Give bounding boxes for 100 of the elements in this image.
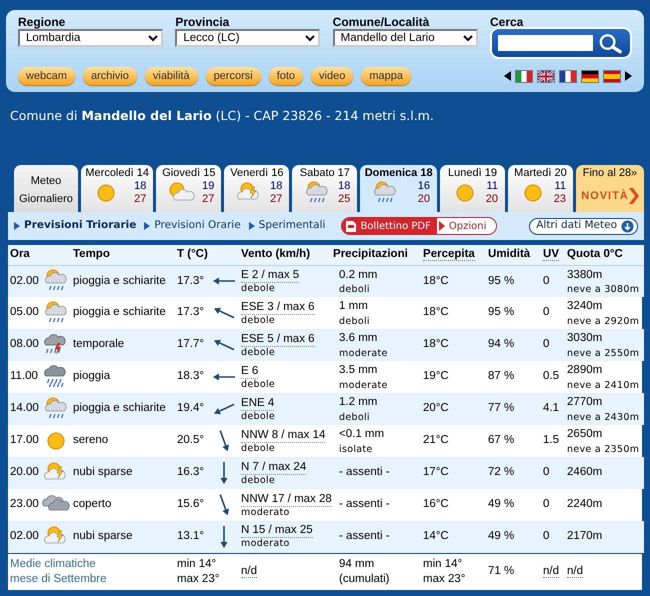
wind-strength: debole xyxy=(241,474,276,486)
perceived-temperature: 18°C xyxy=(423,306,449,318)
day-tab[interactable]: Domenica 18 16 20 xyxy=(360,165,437,212)
freezing-level: 3240m xyxy=(567,299,602,314)
perceived-range: min 14° max 23° xyxy=(423,556,466,587)
day-tab[interactable]: Lunedì 19 11 20 xyxy=(440,165,505,212)
wind-speed: N 7 / max 24 xyxy=(241,460,306,474)
weather-text: temporale xyxy=(73,338,124,350)
field-label: Regione xyxy=(18,15,66,29)
nav-button[interactable]: percorsi xyxy=(206,67,261,85)
precipitation-intensity: deboli xyxy=(339,316,370,328)
promo-tab[interactable]: Fino al 28» NOVITÀ xyxy=(576,165,644,212)
time-cell: 20.00 xyxy=(10,466,39,478)
precipitation-amount: - assenti - xyxy=(339,497,390,512)
snow-level: neve a 2410m xyxy=(567,380,640,392)
precipitation-amount: <0.1 mm xyxy=(339,427,384,442)
temperature-cell: 17.3° xyxy=(177,274,204,287)
right-arrow-icon[interactable] xyxy=(625,71,632,81)
column-header: UV xyxy=(543,248,560,262)
time-cell: 11.00 xyxy=(10,370,38,382)
temperature-cell: 18.3° xyxy=(177,370,204,382)
day-tab[interactable]: Martedì 20 11 23 xyxy=(508,165,573,212)
perceived-temperature: 19°C xyxy=(423,370,449,382)
column-header: Ora xyxy=(10,248,30,260)
dropdown[interactable]: Mandello del Lario xyxy=(332,29,478,47)
wind-arrow-icon xyxy=(214,404,234,414)
spanish-flag-icon[interactable] xyxy=(603,70,621,82)
precipitation-amount: - assenti - xyxy=(339,465,390,480)
uv-average: n/d xyxy=(543,565,560,578)
uv-cell: 0 xyxy=(543,338,550,350)
day-tab[interactable]: Sabato 17 18 25 xyxy=(292,165,358,212)
min-temperature: 11 xyxy=(486,180,498,193)
precipitation-amount: 3.6 mm xyxy=(339,331,378,346)
dropdown[interactable]: Lecco (LC) xyxy=(175,29,320,47)
tab[interactable]: Meteo Giornaliero xyxy=(14,165,78,212)
field-label: Comune/Località xyxy=(332,15,430,29)
max-temperature: 20 xyxy=(486,193,498,206)
wind-arrow-icon xyxy=(214,340,234,350)
column-header: Vento (km/h) xyxy=(241,248,310,260)
uk-flag-icon[interactable] xyxy=(537,70,555,82)
nav-link[interactable]: Previsioni Orarie xyxy=(154,218,241,234)
german-flag-icon[interactable] xyxy=(581,70,599,82)
wind-speed: ESE 5 / max 6 xyxy=(241,332,315,346)
triangle-icon xyxy=(248,222,255,230)
min-temperature: 16 xyxy=(418,180,430,193)
day-tab[interactable]: Mercoledì 14 18 27 xyxy=(81,165,154,212)
field-label: Provincia xyxy=(175,15,230,29)
wind-arrow-icon xyxy=(213,374,236,380)
triangle-icon xyxy=(14,222,20,230)
nav-button[interactable]: webcam xyxy=(18,67,75,85)
nav-button[interactable]: mappa xyxy=(361,67,411,85)
nav-button[interactable]: foto xyxy=(268,67,304,85)
uv-cell: 0 xyxy=(543,498,550,510)
uv-cell: 0 xyxy=(543,466,550,478)
uv-cell: 1.5 xyxy=(543,434,560,446)
search-label: Cerca xyxy=(490,15,524,29)
humidity-cell: 94 % xyxy=(488,338,514,350)
weather-text: sereno xyxy=(73,434,108,446)
perceived-temperature: 17°C xyxy=(423,466,449,478)
nav-link[interactable]: Previsioni Triorarie xyxy=(24,218,136,234)
precipitation-intensity: moderate xyxy=(339,348,388,360)
wind-strength: moderato xyxy=(241,506,290,518)
wind-speed: E 6 xyxy=(241,364,258,378)
italian-flag-icon[interactable] xyxy=(515,70,533,82)
perceived-temperature: 21°C xyxy=(423,434,449,446)
column-header: Tempo xyxy=(73,248,110,260)
min-temperature: 18 xyxy=(270,180,282,193)
humidity-cell: 72 % xyxy=(488,466,514,478)
nav-button[interactable]: viabilità xyxy=(144,67,198,85)
day-label: Martedì 20 xyxy=(513,167,568,180)
uv-cell: 0 xyxy=(543,306,550,318)
badge-text: NOVITÀ xyxy=(581,190,629,202)
french-flag-icon[interactable] xyxy=(559,70,577,82)
precipitation-intensity: moderate xyxy=(339,380,388,392)
temperature-cell: 13.1° xyxy=(177,530,204,542)
min-temperature: 18 xyxy=(134,180,146,193)
more-data-button[interactable]: Altri dati Meteo xyxy=(529,218,638,234)
wind-strength: debole xyxy=(241,282,276,295)
wind-arrow-icon xyxy=(213,278,236,285)
nav-link[interactable]: Sperimentali xyxy=(258,218,326,234)
perceived-temperature: 20°C xyxy=(423,402,449,414)
freezing-level: 2770m xyxy=(567,395,602,410)
left-arrow-icon[interactable] xyxy=(504,71,511,81)
column-header: Percepita xyxy=(423,248,475,262)
weather-text: nubi sparse xyxy=(73,466,132,478)
perceived-temperature: 16°C xyxy=(423,498,449,510)
nav-button[interactable]: video xyxy=(311,67,354,85)
dropdown[interactable]: Lombardia xyxy=(18,29,163,47)
wind-strength: debole xyxy=(241,442,276,454)
search-field[interactable] xyxy=(498,35,593,51)
nav-button[interactable]: archivio xyxy=(82,67,137,85)
column-header: Umidità xyxy=(488,248,530,260)
day-tab[interactable]: Giovedì 15 19 27 xyxy=(156,165,222,212)
precipitation-total: 94 mm (cumulati) xyxy=(339,556,390,587)
column-header: Precipitazioni xyxy=(333,248,408,260)
wind-strength: debole xyxy=(241,346,276,358)
day-tab[interactable]: Venerdì 16 18 27 xyxy=(224,165,290,212)
search-icon[interactable] xyxy=(596,32,624,54)
uv-cell: 0 xyxy=(543,530,550,542)
options-button[interactable]: Opzioni xyxy=(436,218,496,234)
